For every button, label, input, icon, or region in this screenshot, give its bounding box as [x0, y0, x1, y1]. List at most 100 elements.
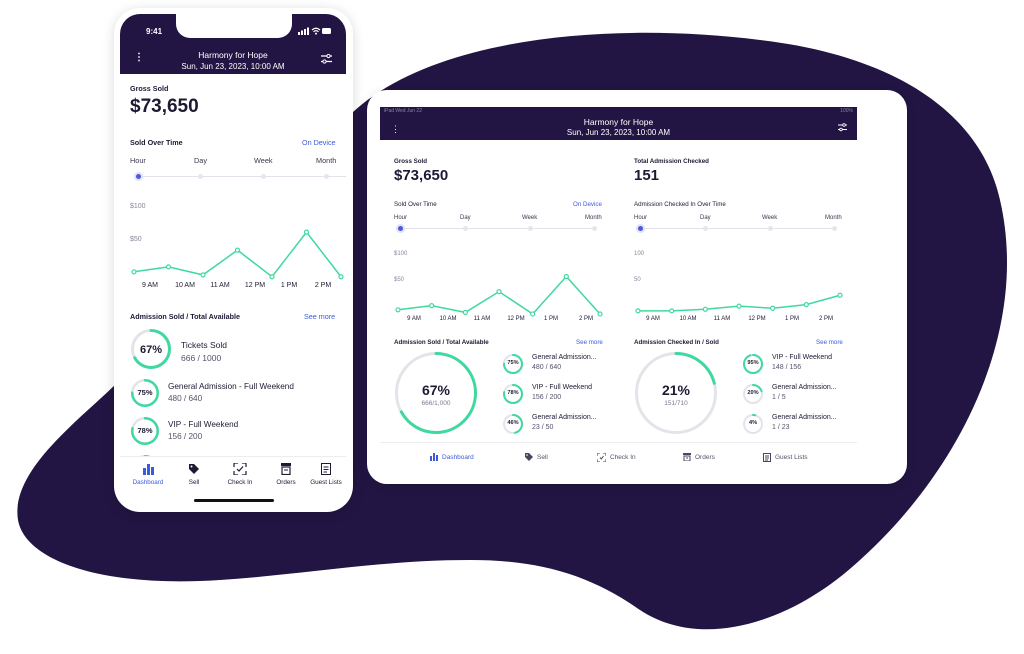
data-point	[462, 309, 468, 316]
tickets-sold-label: Tickets Sold	[181, 340, 227, 350]
item-percent: 78%	[507, 390, 519, 396]
range-day[interactable]: Day	[700, 215, 711, 221]
x-tick: 9 AM	[407, 316, 421, 322]
tab-guest-lists[interactable]: Guest Lists	[763, 453, 808, 462]
tab-orders[interactable]: Orders	[683, 453, 715, 461]
total-checked-label: Total Admission Checked	[634, 158, 709, 165]
item-count: 23 / 50	[532, 424, 554, 431]
data-point	[496, 288, 502, 295]
status-icons	[298, 27, 331, 35]
item-count: 148 / 156	[772, 364, 802, 371]
tab-sell[interactable]: Sell	[525, 453, 548, 461]
checked-over-time-chart	[635, 292, 843, 314]
range-dot-hour[interactable]	[136, 174, 141, 179]
filter-icon[interactable]	[321, 54, 332, 64]
range-hour[interactable]: Hour	[394, 215, 407, 221]
range-day[interactable]: Day	[460, 215, 471, 221]
range-track	[138, 176, 346, 177]
clipboard-icon	[321, 463, 331, 475]
item-name: VIP - Full Weekend	[532, 384, 593, 391]
item-count: 480 / 640	[532, 364, 562, 371]
sold-over-time-label: Sold Over Time	[130, 138, 183, 147]
data-point	[635, 308, 641, 314]
tickets-sold-percent: 67%	[139, 344, 163, 356]
phone-notch	[176, 14, 292, 38]
on-device-link[interactable]: On Device	[573, 201, 602, 208]
range-dot-day[interactable]	[463, 226, 468, 231]
home-indicator	[194, 499, 274, 502]
tab-dashboard-label: Dashboard	[442, 453, 474, 461]
range-hour[interactable]: Hour	[634, 215, 647, 221]
x-tick: 12 PM	[507, 316, 525, 322]
on-device-link[interactable]: On Device	[302, 138, 336, 147]
tab-dashboard[interactable]: Dashboard	[430, 453, 474, 461]
range-month[interactable]: Month	[825, 215, 842, 221]
range-hour[interactable]: Hour	[130, 156, 146, 165]
range-day[interactable]: Day	[194, 156, 207, 165]
event-datetime: Sun, Jun 23, 2023, 10:00 AM	[181, 62, 285, 71]
range-week[interactable]: Week	[254, 156, 273, 165]
item-count: 480 / 640	[168, 394, 203, 403]
range-week[interactable]: Week	[522, 215, 537, 221]
range-dot-week[interactable]	[528, 226, 533, 231]
orders-icon	[683, 453, 691, 461]
clipboard-icon	[763, 453, 771, 462]
gross-sold-value: $73,650	[130, 96, 199, 117]
data-point	[669, 308, 675, 314]
range-dot-hour[interactable]	[638, 226, 643, 231]
tab-check-in[interactable]: Check In	[218, 479, 262, 486]
range-dot-hour[interactable]	[398, 226, 403, 231]
see-more-sold-link[interactable]: See more	[576, 339, 603, 346]
x-tick: 1 PM	[280, 282, 298, 289]
item-percent: 75%	[507, 360, 519, 366]
checked-in-count: 151/710	[664, 400, 688, 407]
range-dot-month[interactable]	[592, 226, 597, 231]
x-tick: 10 AM	[439, 316, 457, 322]
range-dot-month[interactable]	[324, 174, 329, 179]
filter-icon[interactable]	[838, 123, 847, 132]
range-dot-week[interactable]	[261, 174, 266, 179]
tab-guest-lists-label: Guest Lists	[775, 454, 808, 461]
range-week[interactable]: Week	[762, 215, 777, 221]
admission-sold-label: Admission Sold / Total Available	[394, 339, 489, 346]
item-name: General Admission...	[532, 414, 597, 421]
range-dot-day[interactable]	[703, 226, 708, 231]
tab-guest-lists[interactable]: Guest Lists	[304, 479, 346, 486]
sold-over-time-label: Sold Over Time	[394, 201, 437, 208]
item-name: VIP - Full Weekend	[168, 420, 239, 429]
y-tick-100: $100	[394, 251, 408, 257]
tab-check-in-label: Check In	[610, 454, 636, 461]
tab-check-in[interactable]: Check In	[597, 453, 636, 462]
x-tick: 2 PM	[818, 316, 833, 322]
range-month[interactable]: Month	[316, 156, 336, 165]
data-point	[395, 307, 401, 313]
see-more-sold-link[interactable]: See more	[304, 312, 335, 321]
range-dot-week[interactable]	[768, 226, 773, 231]
item-percent: 78%	[137, 426, 153, 435]
item-count: 1 / 5	[772, 394, 786, 401]
range-dot-day[interactable]	[198, 174, 203, 179]
phone-device: 9:41 ⋮ Harmony for Hope Sun, Jun 23, 202…	[114, 8, 353, 512]
x-tick: 10 AM	[175, 282, 195, 289]
tab-dashboard[interactable]: Dashboard	[126, 479, 170, 486]
tablet-header: iPad Wed Jun 22 100% ⋮ Harmony for Hope …	[380, 107, 857, 140]
item-name: General Admission - Full Weekend	[168, 382, 294, 391]
phone-header: 9:41 ⋮ Harmony for Hope Sun, Jun 23, 202…	[120, 14, 346, 74]
x-tick: 1 PM	[784, 316, 799, 322]
range-track	[640, 228, 836, 229]
tab-sell-label: Sell	[537, 453, 548, 461]
bar-chart-icon	[143, 464, 154, 475]
scan-icon	[233, 463, 247, 475]
range-dot-month[interactable]	[832, 226, 837, 231]
sold-over-time-chart	[131, 229, 344, 280]
see-more-checked-link[interactable]: See more	[816, 339, 843, 346]
range-month[interactable]: Month	[585, 215, 602, 221]
tab-orders[interactable]: Orders	[264, 479, 308, 486]
series-line	[397, 275, 601, 315]
item-percent: 95%	[747, 360, 759, 366]
data-point	[131, 269, 137, 275]
x-tick: 9 AM	[646, 316, 660, 322]
phone-screen: 9:41 ⋮ Harmony for Hope Sun, Jun 23, 202…	[120, 14, 346, 506]
data-point	[269, 274, 275, 280]
tab-sell[interactable]: Sell	[172, 479, 216, 486]
